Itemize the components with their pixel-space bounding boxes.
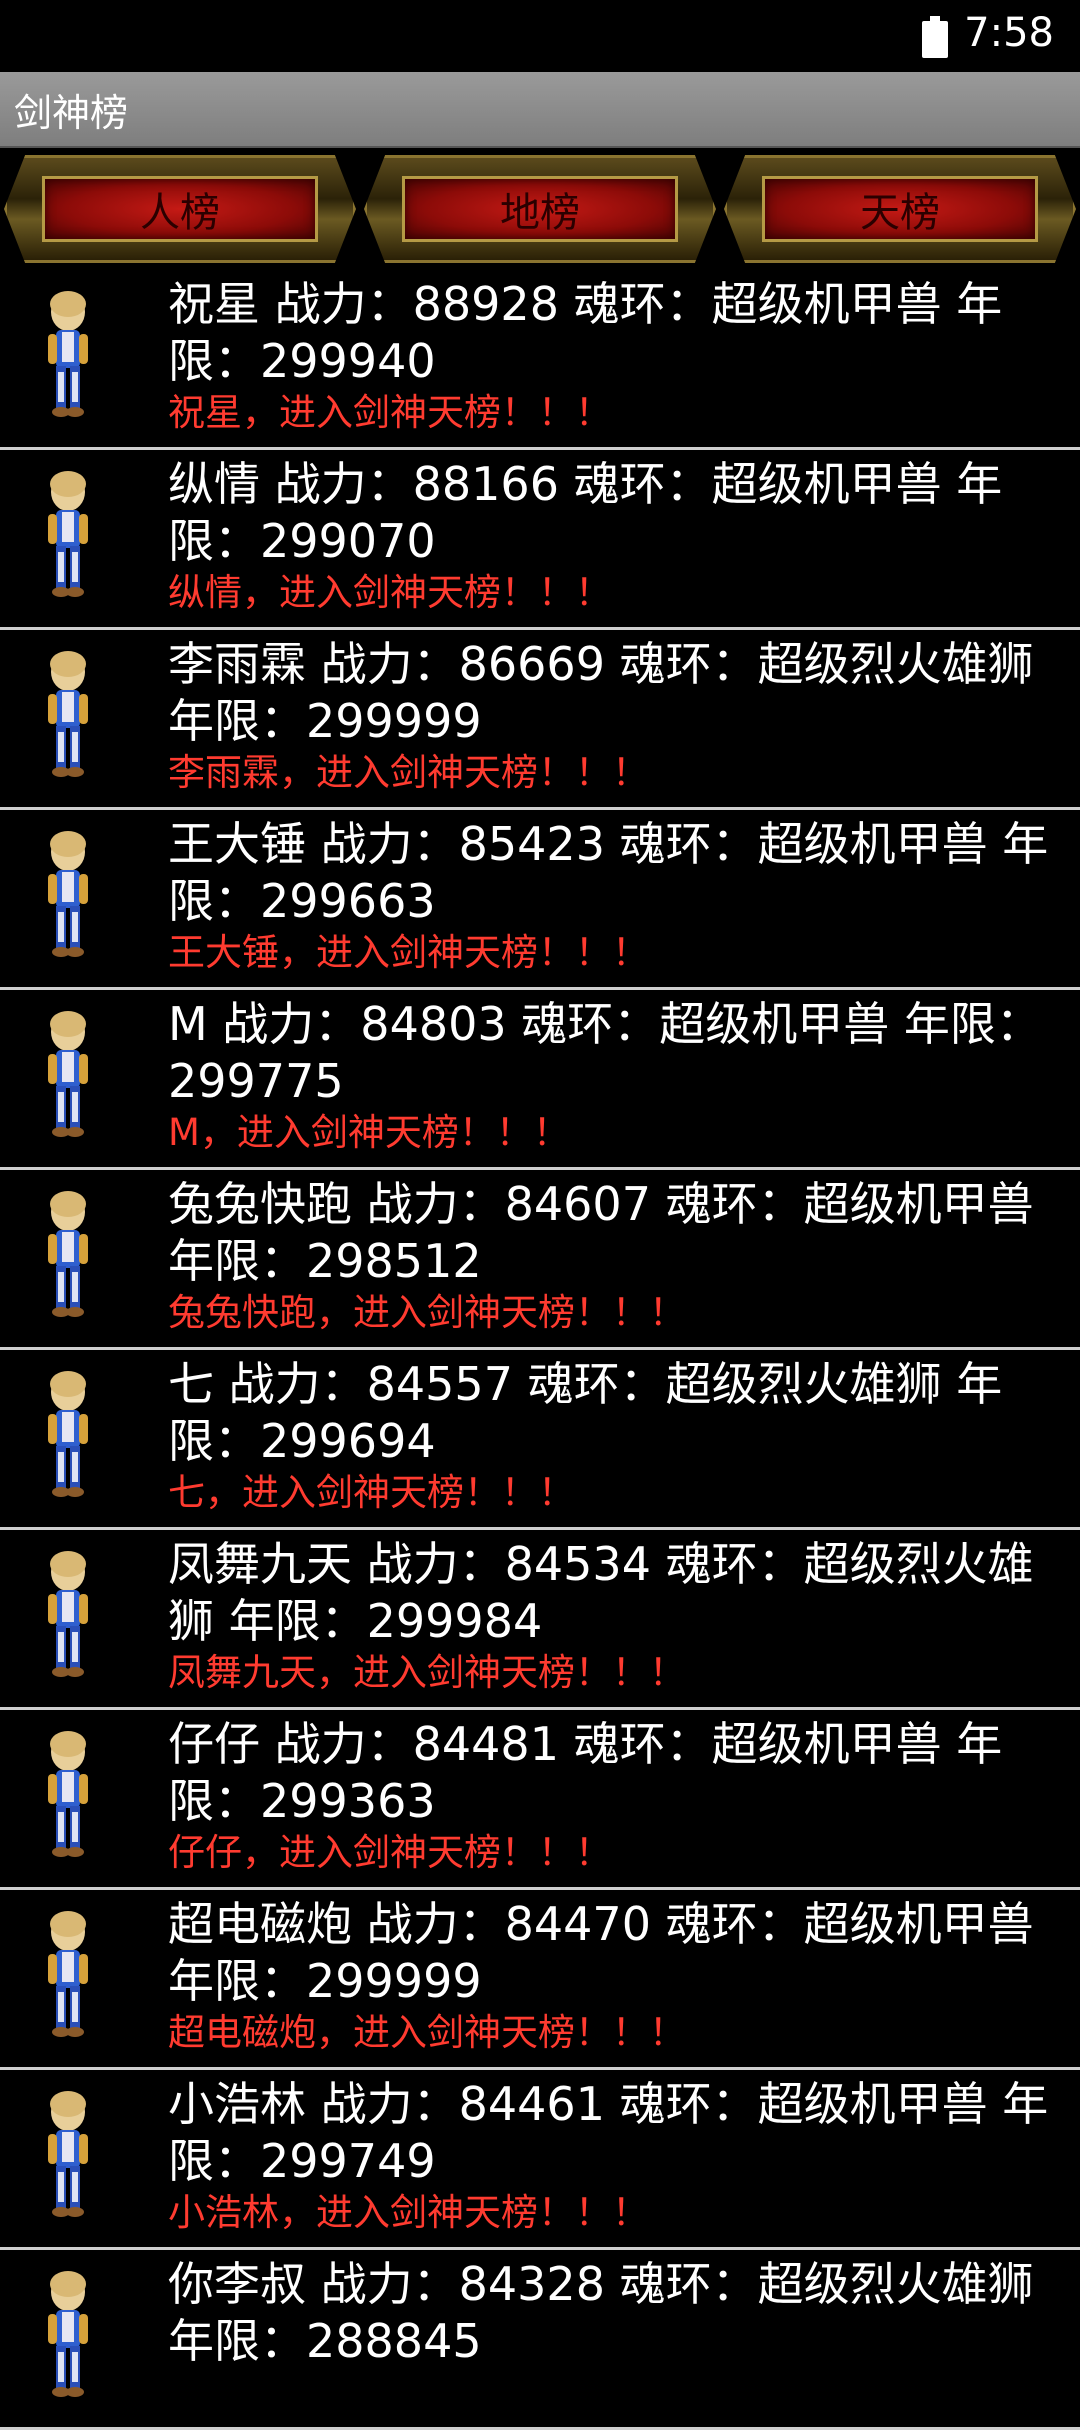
rank-message: 凤舞九天，进入剑神天榜！！！ [168, 1651, 686, 1694]
player-info: 仔仔 战力：84481 魂环：超级机甲兽 年限：299363 [168, 1717, 1003, 1828]
tab-tianbang[interactable]: 天榜 [724, 155, 1076, 263]
list-item[interactable]: 仔仔 战力：84481 魂环：超级机甲兽 年限：299363 仔仔，进入剑神天榜！… [0, 1710, 1080, 1890]
character-avatar [36, 1910, 100, 2042]
status-time: 7:58 [964, 10, 1054, 56]
player-info: 超电磁炮 战力：84470 魂环：超级机甲兽 年限：299999 [168, 1897, 1034, 2008]
rank-message: 纵情，进入剑神天榜！！！ [168, 571, 612, 614]
player-info: 祝星 战力：88928 魂环：超级机甲兽 年限：299940 [168, 277, 1003, 388]
character-avatar [36, 1730, 100, 1862]
player-info: 王大锤 战力：85423 魂环：超级机甲兽 年限：299663 [168, 817, 1049, 928]
character-avatar [36, 470, 100, 602]
list-item[interactable]: M 战力：84803 魂环：超级机甲兽 年限：299775 M，进入剑神天榜！！！ [0, 990, 1080, 1170]
tab-label: 地榜 [500, 190, 580, 236]
rank-message: M，进入剑神天榜！！！ [168, 1111, 570, 1154]
tab-bar: 人榜 地榜 天榜 [0, 148, 1080, 270]
list-item[interactable]: 王大锤 战力：85423 魂环：超级机甲兽 年限：299663 王大锤，进入剑神天… [0, 810, 1080, 990]
character-avatar [36, 650, 100, 782]
list-item[interactable]: 小浩林 战力：84461 魂环：超级机甲兽 年限：299749 小浩林，进入剑神天… [0, 2070, 1080, 2250]
character-avatar [36, 2270, 100, 2402]
tab-dibang[interactable]: 地榜 [364, 155, 716, 263]
list-item[interactable]: 七 战力：84557 魂环：超级烈火雄狮 年限：299694 七，进入剑神天榜！！… [0, 1350, 1080, 1530]
list-item[interactable]: 超电磁炮 战力：84470 魂环：超级机甲兽 年限：299999 超电磁炮，进入剑… [0, 1890, 1080, 2070]
character-avatar [36, 2090, 100, 2222]
character-avatar [36, 1010, 100, 1142]
rank-message: 小浩林，进入剑神天榜！！！ [168, 2191, 649, 2234]
tab-label: 天榜 [860, 190, 940, 236]
character-avatar [36, 1370, 100, 1502]
page-title: 剑神榜 [14, 90, 129, 135]
ranking-list: 祝星 战力：88928 魂环：超级机甲兽 年限：299940 祝星，进入剑神天榜！… [0, 270, 1080, 2430]
character-avatar [36, 290, 100, 422]
rank-message: 兔兔快跑，进入剑神天榜！！！ [168, 1291, 686, 1334]
tab-label: 人榜 [140, 190, 220, 236]
player-info: 小浩林 战力：84461 魂环：超级机甲兽 年限：299749 [168, 2077, 1049, 2188]
list-item[interactable]: 纵情 战力：88166 魂环：超级机甲兽 年限：299070 纵情，进入剑神天榜！… [0, 450, 1080, 630]
title-bar: 剑神榜 [0, 72, 1080, 148]
player-info: 凤舞九天 战力：84534 魂环：超级烈火雄狮 年限：299984 [168, 1537, 1034, 1648]
player-info: 兔兔快跑 战力：84607 魂环：超级机甲兽 年限：298512 [168, 1177, 1034, 1288]
rank-message: 祝星，进入剑神天榜！！！ [168, 391, 612, 434]
status-bar: 7:58 [0, 0, 1080, 72]
list-item[interactable]: 祝星 战力：88928 魂环：超级机甲兽 年限：299940 祝星，进入剑神天榜！… [0, 270, 1080, 450]
list-item[interactable]: 你李叔 战力：84328 魂环：超级烈火雄狮 年限：288845 [0, 2250, 1080, 2430]
battery-icon [922, 16, 948, 58]
rank-message: 七，进入剑神天榜！！！ [168, 1471, 575, 1514]
character-avatar [36, 830, 100, 962]
player-info: 纵情 战力：88166 魂环：超级机甲兽 年限：299070 [168, 457, 1003, 568]
player-info: 七 战力：84557 魂环：超级烈火雄狮 年限：299694 [168, 1357, 1003, 1468]
player-info: 你李叔 战力：84328 魂环：超级烈火雄狮 年限：288845 [168, 2257, 1034, 2368]
character-avatar [36, 1550, 100, 1682]
list-item[interactable]: 凤舞九天 战力：84534 魂环：超级烈火雄狮 年限：299984 凤舞九天，进入… [0, 1530, 1080, 1710]
list-item[interactable]: 兔兔快跑 战力：84607 魂环：超级机甲兽 年限：298512 兔兔快跑，进入剑… [0, 1170, 1080, 1350]
rank-message: 仔仔，进入剑神天榜！！！ [168, 1831, 612, 1874]
player-info: M 战力：84803 魂环：超级机甲兽 年限：299775 [168, 997, 1042, 1108]
list-item[interactable]: 李雨霖 战力：86669 魂环：超级烈火雄狮 年限：299999 李雨霖，进入剑神… [0, 630, 1080, 810]
player-info: 李雨霖 战力：86669 魂环：超级烈火雄狮 年限：299999 [168, 637, 1034, 748]
rank-message: 超电磁炮，进入剑神天榜！！！ [168, 2011, 686, 2054]
rank-message: 李雨霖，进入剑神天榜！！！ [168, 751, 649, 794]
tab-renbang[interactable]: 人榜 [4, 155, 356, 263]
rank-message: 王大锤，进入剑神天榜！！！ [168, 931, 649, 974]
character-avatar [36, 1190, 100, 1322]
